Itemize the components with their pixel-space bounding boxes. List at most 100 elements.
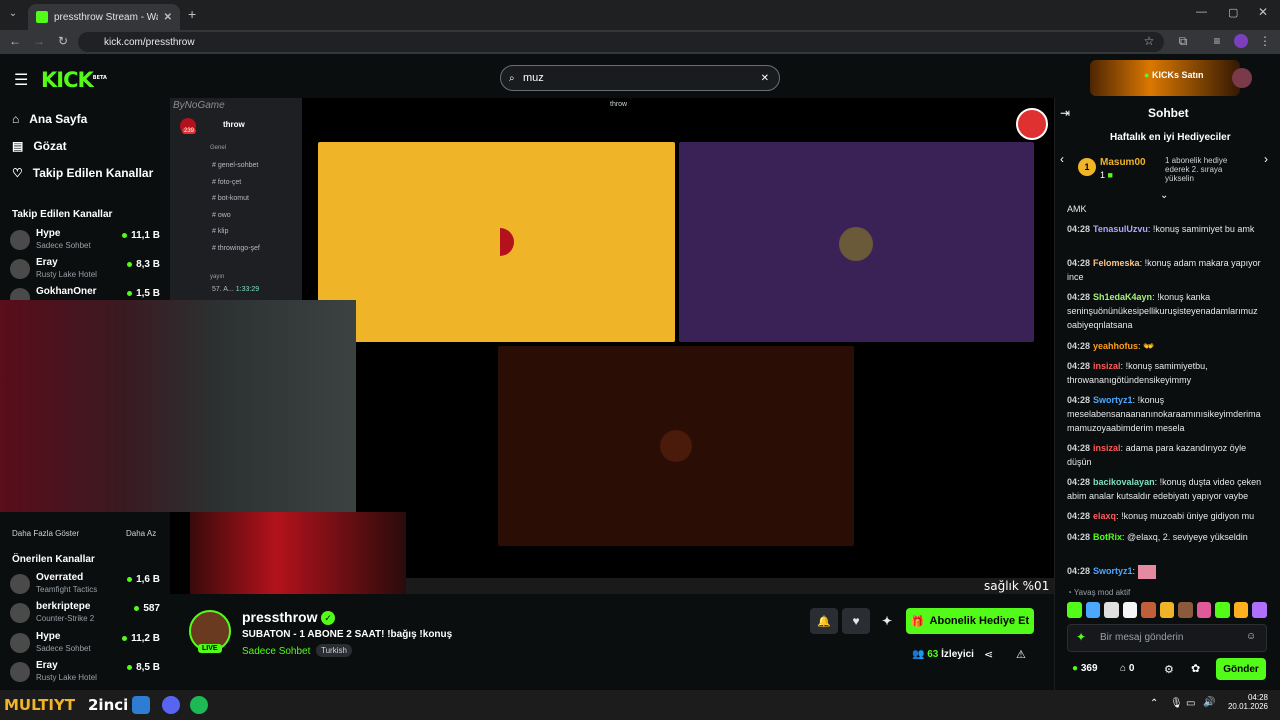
followed-channel[interactable]: Hype Sadece Sohbet 11,1 B: [10, 226, 162, 254]
sparkle-icon[interactable]: ✦: [1076, 630, 1086, 644]
follow-heart-button[interactable]: ♥: [842, 608, 870, 634]
emote-icon: [1196, 602, 1212, 618]
clock[interactable]: 04:28 20.01.2026: [1226, 693, 1268, 711]
close-tab-icon[interactable]: ✕: [164, 12, 172, 23]
nav-browse[interactable]: ▤ Gözat: [12, 139, 67, 153]
search-input[interactable]: ⌕ muz ✕: [500, 65, 780, 91]
gift-subscription-button[interactable]: 🎁 Abonelik Hediye Et: [906, 608, 1034, 634]
verified-icon: ✓: [321, 611, 335, 625]
inventory-count[interactable]: ⌂ 0: [1120, 663, 1134, 674]
heart-icon: ♡: [12, 166, 23, 180]
chat-message: 04:28 insizal: adama para kazandırıyoz öy…: [1067, 443, 1247, 467]
emote-icon: [1122, 602, 1138, 618]
maximize-window-button[interactable]: ▢: [1228, 6, 1238, 19]
recommended-channel[interactable]: berkriptepe Counter-Strike 2 587: [10, 599, 162, 627]
recommended-channel[interactable]: Hype Sadece Sohbet 11,2 B: [10, 629, 162, 657]
hamburger-menu-icon[interactable]: ☰: [14, 70, 28, 90]
discord-channel: # owo: [212, 211, 231, 219]
channel-name[interactable]: pressthrow: [242, 609, 317, 625]
nav-following[interactable]: ♡ Takip Edilen Kanallar: [12, 166, 153, 180]
emoji-picker-icon[interactable]: ☺: [1246, 631, 1256, 642]
discord-icon[interactable]: [162, 696, 180, 714]
notification-badge: 239: [182, 128, 197, 134]
forward-arrow-icon[interactable]: →: [32, 34, 46, 48]
url-text: kick.com/pressthrow: [104, 36, 195, 48]
chat-message: 04:28 Sh1edaK4ayn: !konuş kanka seninşuön…: [1067, 292, 1258, 330]
bookmark-star-icon[interactable]: ☆: [1142, 34, 1156, 48]
store-icon: ⌂: [1120, 663, 1127, 674]
browser-menu-icon[interactable]: ⋮: [1258, 34, 1272, 48]
close-window-button[interactable]: ✕: [1258, 5, 1268, 19]
kick-logo[interactable]: KICKBETA: [41, 68, 107, 92]
kicks-button[interactable]: ● KICKs Satın: [1144, 70, 1203, 80]
settings-gear-icon[interactable]: ⚙: [1164, 663, 1174, 676]
followed-channel[interactable]: GokhanOner 1,5 B: [10, 284, 162, 300]
nav-home[interactable]: ⌂ Ana Sayfa: [12, 112, 87, 126]
browse-icon: ▤: [12, 139, 24, 153]
emote-bar[interactable]: [1067, 602, 1268, 620]
taskbar-label: 2inci: [88, 696, 129, 714]
sparkle-icon[interactable]: ✦: [874, 608, 900, 634]
network-icon[interactable]: ▭: [1186, 698, 1195, 709]
chat-message: 04:28 Swortyz1: !konuş meselabensanaananı…: [1067, 395, 1261, 433]
chat-message: 04:28 elaxq: !konuş muzoabi üniye gidiyon…: [1067, 511, 1255, 521]
new-tab-button[interactable]: +: [188, 6, 196, 22]
notification-bell-button[interactable]: 🔔: [810, 608, 838, 634]
extensions-icon[interactable]: ⧉: [1176, 34, 1190, 48]
share-icon[interactable]: ⋖: [984, 648, 993, 661]
emote-icon: [1215, 602, 1230, 618]
show-less-link[interactable]: Daha Az: [126, 529, 156, 538]
avatar: [10, 288, 30, 300]
avatar: [10, 603, 30, 623]
viewers-icon: 👥: [912, 649, 925, 660]
report-icon[interactable]: ⚠: [1016, 648, 1026, 661]
recommended-channel[interactable]: Overrated Teamfight Tactics 1,6 B: [10, 570, 162, 598]
chevron-right-icon[interactable]: ›: [1264, 152, 1268, 166]
minimize-window-button[interactable]: —: [1196, 6, 1207, 18]
profile-avatar[interactable]: [1234, 34, 1248, 48]
clock-time: 04:28: [1247, 693, 1268, 702]
points-icon: ●: [1072, 663, 1079, 674]
avatar: [10, 230, 30, 250]
stream-category[interactable]: Sadece Sohbet: [242, 646, 310, 657]
show-more-link[interactable]: Daha Fazla Göster: [12, 529, 79, 538]
slow-mode-label: ◔ Yavaş mod aktif: [1067, 588, 1131, 597]
reading-list-icon[interactable]: ≡: [1210, 34, 1224, 48]
microphone-icon[interactable]: 🎙: [1170, 698, 1183, 709]
gifter-hint: 1 abonelik hediye ederek 2. sıraya yükse…: [1165, 156, 1228, 183]
watermark: ByNoGame: [173, 100, 225, 111]
emote-icon: [1252, 602, 1268, 618]
user-avatar[interactable]: [1232, 68, 1252, 88]
discord-channel: # throwingo-şef: [212, 244, 260, 252]
chevron-left-icon[interactable]: ‹: [1060, 152, 1064, 166]
discord-channel: # foto-çet: [212, 178, 242, 186]
kick-favicon-icon: [36, 11, 48, 23]
spotify-icon[interactable]: [190, 696, 208, 714]
expand-icon[interactable]: ⌄: [1160, 190, 1168, 201]
back-arrow-icon[interactable]: ←: [8, 34, 22, 48]
gift-icon: ■: [1107, 170, 1113, 180]
emote-icon: [1067, 602, 1082, 618]
kicks-icon[interactable]: ✿: [1191, 662, 1200, 675]
clear-search-icon[interactable]: ✕: [761, 73, 769, 84]
recommended-channel[interactable]: Eray Rusty Lake Hotel 8,5 B: [10, 658, 162, 686]
discord-section: Genel: [210, 145, 227, 151]
gift-icon: 🎁: [910, 615, 925, 628]
channel-points[interactable]: ● 369: [1072, 663, 1098, 674]
followed-channel[interactable]: Eray Rusty Lake Hotel 8,3 B: [10, 255, 162, 283]
reload-icon[interactable]: ↻: [56, 34, 70, 48]
tray-chevron-icon[interactable]: ⌃: [1150, 698, 1158, 709]
kicks-coin-icon: ●: [1144, 70, 1150, 80]
tab-list-button[interactable]: ⌄: [6, 8, 20, 22]
gifter-name[interactable]: Masum00: [1100, 157, 1146, 168]
volume-icon[interactable]: 🔊: [1203, 697, 1215, 708]
address-bar[interactable]: kick.com/pressthrow: [78, 32, 1164, 52]
language-tag[interactable]: Turkish: [316, 644, 352, 657]
stream-title: SUBATON - 1 ABONE 2 SAAT! !bağış !konuş: [242, 629, 453, 640]
game-app-icon[interactable]: [132, 696, 150, 714]
participant-avatar: [839, 227, 873, 261]
send-button[interactable]: Gönder: [1216, 658, 1266, 680]
browser-tab[interactable]: pressthrow Stream - Watch Live ✕: [28, 4, 180, 30]
webcam-feed: [0, 300, 356, 512]
collapse-chat-icon[interactable]: ⇥: [1060, 106, 1070, 120]
